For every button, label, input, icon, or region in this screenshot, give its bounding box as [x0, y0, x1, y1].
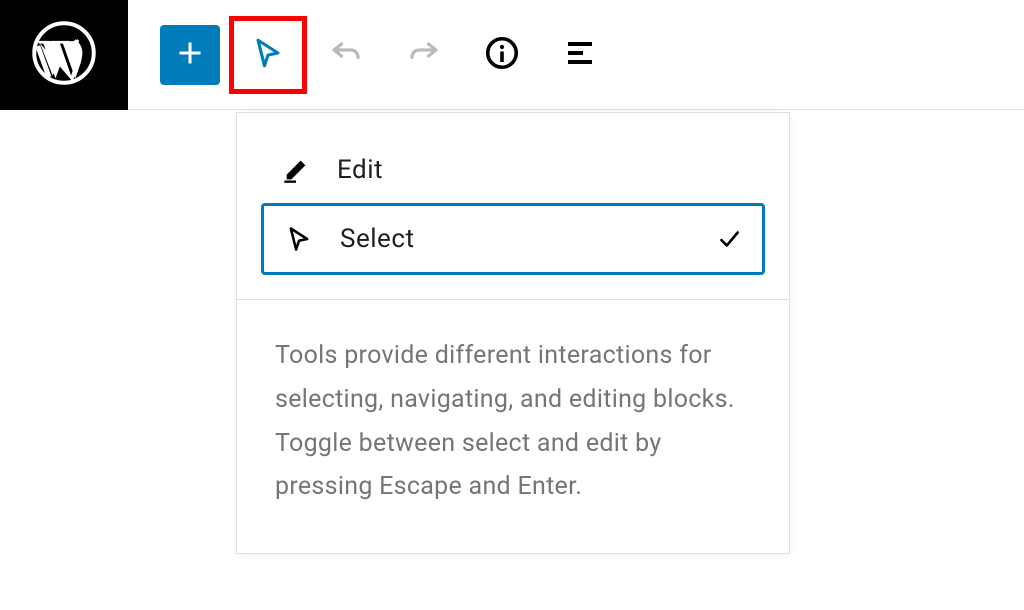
edit-mode-label: Edit	[337, 155, 745, 185]
list-view-icon	[562, 35, 598, 75]
tools-description: Tools provide different interactions for…	[237, 300, 789, 553]
info-button[interactable]	[472, 25, 532, 85]
wordpress-logo-button[interactable]	[0, 0, 128, 110]
cursor-icon	[251, 36, 285, 74]
toolbar-controls	[128, 25, 610, 85]
check-icon	[716, 226, 742, 252]
tools-dropdown: Edit Select Tools provide different inte…	[236, 112, 790, 554]
add-block-button[interactable]	[160, 25, 220, 85]
tools-menu-section: Edit Select	[237, 113, 789, 300]
wordpress-icon	[30, 19, 98, 91]
edit-mode-item[interactable]: Edit	[261, 137, 765, 203]
select-mode-label: Select	[340, 224, 690, 254]
info-icon	[484, 35, 520, 75]
document-outline-button[interactable]	[550, 25, 610, 85]
cursor-icon	[284, 224, 314, 254]
redo-button[interactable]	[394, 25, 454, 85]
select-mode-item[interactable]: Select	[261, 203, 765, 275]
tools-button[interactable]	[238, 25, 298, 85]
undo-button[interactable]	[316, 25, 376, 85]
undo-icon	[328, 35, 364, 75]
pencil-icon	[281, 155, 311, 185]
plus-icon	[172, 35, 208, 75]
redo-icon	[406, 35, 442, 75]
editor-toolbar	[0, 0, 1024, 110]
